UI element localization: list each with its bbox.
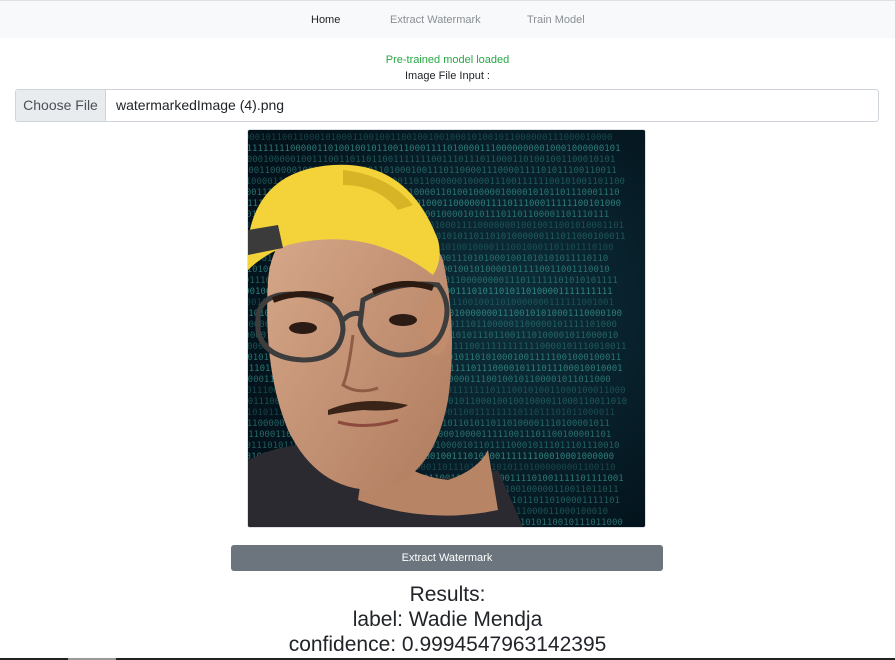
image-file-input-label: Image File Input :: [405, 70, 490, 82]
result-label: label: Wadie Mendja: [352, 608, 543, 631]
image-preview: 0100010110011000101000110010011001001001…: [247, 129, 646, 528]
nav-train-model-link[interactable]: Train Model: [527, 14, 585, 26]
nav-extract-watermark-link[interactable]: Extract Watermark: [390, 14, 481, 26]
extract-watermark-button[interactable]: Extract Watermark: [231, 545, 663, 571]
portrait-photo: 0100010110011000101000110010011001001001…: [248, 130, 645, 527]
top-navbar: Home Extract Watermark Train Model: [0, 0, 895, 38]
model-status-text: Pre-trained model loaded: [385, 54, 510, 66]
svg-text:010001011001100010100011001001: 0100010110011000101000110010011001001001…: [248, 133, 612, 143]
choose-file-button[interactable]: Choose File: [16, 90, 106, 121]
result-confidence: confidence: 0.9994547963142395: [288, 633, 607, 656]
nav-home-link[interactable]: Home: [311, 14, 340, 26]
svg-text:011111111000001101001001011001: 0111111110000011010010010110011000111101…: [248, 144, 620, 154]
selected-file-name: watermarkedImage (4).png: [116, 97, 285, 113]
svg-text:110001000001001110011011011001: 1100010000010011100110110110011111110011…: [248, 155, 615, 165]
results-heading: Results:: [409, 583, 486, 606]
image-file-input[interactable]: Choose File watermarkedImage (4).png: [15, 89, 879, 122]
